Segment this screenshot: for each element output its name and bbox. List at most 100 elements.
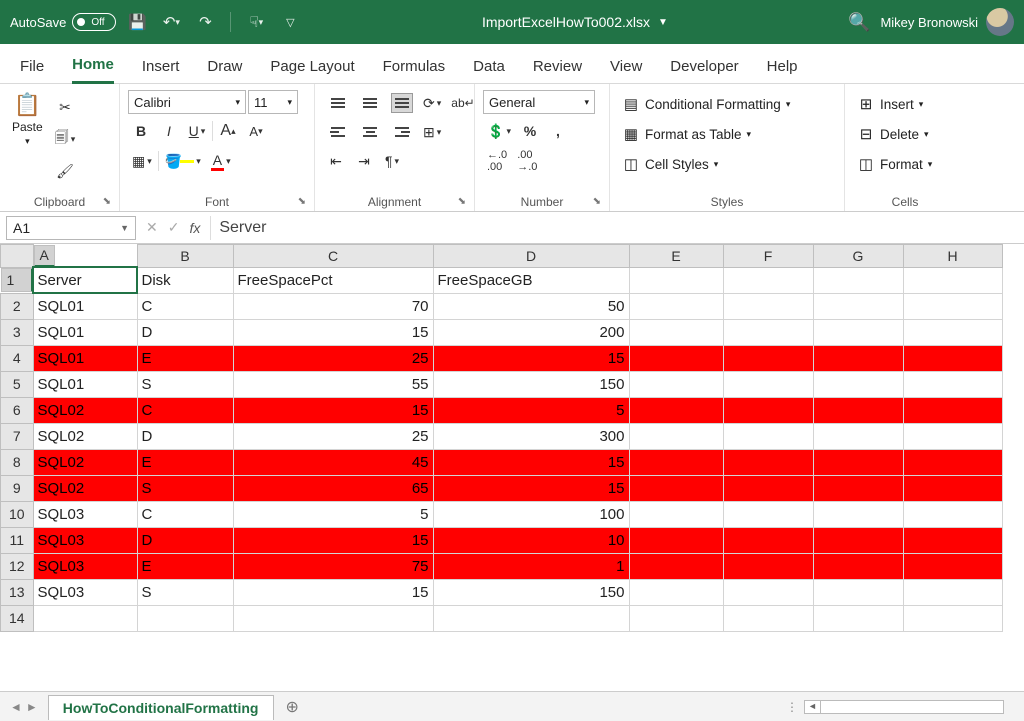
cell[interactable] — [903, 527, 1002, 553]
row-header[interactable]: 4 — [1, 345, 34, 371]
decrease-indent-button[interactable]: ⇤ — [323, 148, 349, 174]
cell[interactable]: 150 — [433, 579, 629, 605]
cell[interactable] — [723, 293, 813, 319]
cell[interactable]: SQL02 — [33, 423, 137, 449]
cell[interactable] — [813, 605, 903, 631]
cell[interactable] — [813, 475, 903, 501]
insert-cells-button[interactable]: ⊞Insert▾ — [853, 92, 936, 116]
cell[interactable] — [629, 423, 723, 449]
cell[interactable] — [723, 605, 813, 631]
copy-icon[interactable]: 🗐▾ — [51, 126, 80, 152]
cell[interactable]: SQL03 — [33, 553, 137, 579]
cell[interactable] — [723, 579, 813, 605]
cell[interactable] — [813, 423, 903, 449]
cell[interactable]: S — [137, 371, 233, 397]
cell[interactable]: D — [137, 527, 233, 553]
cell[interactable] — [629, 397, 723, 423]
cell[interactable] — [723, 501, 813, 527]
new-sheet-button[interactable]: ⊕ — [274, 697, 311, 717]
cell[interactable]: 300 — [433, 423, 629, 449]
cell[interactable]: 15 — [433, 475, 629, 501]
cell[interactable]: SQL02 — [33, 397, 137, 423]
cell[interactable] — [723, 553, 813, 579]
tab-developer[interactable]: Developer — [670, 58, 738, 83]
wrap-text-button[interactable]: ab↵ — [447, 90, 478, 116]
cell[interactable] — [813, 579, 903, 605]
column-header[interactable]: B — [137, 245, 233, 268]
cell[interactable] — [629, 449, 723, 475]
grow-font-button[interactable]: A▴ — [215, 118, 241, 144]
tab-file[interactable]: File — [20, 58, 44, 83]
increase-indent-button[interactable]: ⇥ — [351, 148, 377, 174]
search-icon[interactable]: 🔍 — [846, 9, 872, 35]
align-right-button[interactable] — [387, 119, 417, 145]
cell[interactable] — [903, 267, 1002, 293]
cell[interactable] — [813, 501, 903, 527]
cell[interactable] — [813, 397, 903, 423]
column-header[interactable]: G — [813, 245, 903, 268]
cell[interactable]: 15 — [233, 319, 433, 345]
row-header[interactable]: 6 — [1, 397, 34, 423]
row-header[interactable]: 2 — [1, 293, 34, 319]
cell-styles-button[interactable]: ◫Cell Styles▾ — [618, 152, 794, 176]
cell[interactable]: FreeSpacePct — [233, 267, 433, 293]
cell[interactable]: S — [137, 579, 233, 605]
accounting-format-button[interactable]: 💲▾ — [483, 118, 515, 144]
dialog-launcher-icon[interactable]: ⬊ — [458, 196, 466, 207]
cell[interactable] — [629, 293, 723, 319]
cell[interactable] — [903, 293, 1002, 319]
cell[interactable] — [723, 527, 813, 553]
cell[interactable] — [723, 423, 813, 449]
cell[interactable] — [813, 553, 903, 579]
cell[interactable]: 15 — [233, 579, 433, 605]
cell[interactable]: 10 — [433, 527, 629, 553]
cell[interactable]: 50 — [433, 293, 629, 319]
row-header[interactable]: 8 — [1, 449, 34, 475]
align-center-button[interactable] — [355, 119, 385, 145]
align-middle-button[interactable] — [355, 90, 385, 116]
cell[interactable]: SQL01 — [33, 293, 137, 319]
title-dropdown-icon[interactable]: ▼ — [658, 17, 668, 28]
tab-page-layout[interactable]: Page Layout — [270, 58, 354, 83]
cell[interactable] — [903, 605, 1002, 631]
cell[interactable] — [903, 579, 1002, 605]
conditional-formatting-button[interactable]: ▤Conditional Formatting▾ — [618, 92, 794, 116]
cell[interactable] — [813, 449, 903, 475]
align-left-button[interactable] — [323, 119, 353, 145]
qat-customize-icon[interactable]: ▽ — [277, 9, 303, 35]
insert-function-icon[interactable]: fx — [189, 220, 200, 236]
cell[interactable]: C — [137, 397, 233, 423]
row-header[interactable]: 10 — [1, 501, 34, 527]
tab-draw[interactable]: Draw — [207, 58, 242, 83]
cell[interactable] — [433, 605, 629, 631]
row-header[interactable]: 13 — [1, 579, 34, 605]
cell[interactable] — [903, 423, 1002, 449]
cell[interactable] — [813, 371, 903, 397]
row-header[interactable]: 5 — [1, 371, 34, 397]
cell[interactable]: 15 — [433, 345, 629, 371]
cell[interactable]: 15 — [433, 449, 629, 475]
tab-home[interactable]: Home — [72, 56, 114, 84]
autosave-toggle[interactable]: AutoSave Off — [10, 13, 116, 31]
cell[interactable] — [629, 345, 723, 371]
cell[interactable]: E — [137, 553, 233, 579]
column-header[interactable]: H — [903, 245, 1002, 268]
cell[interactable]: D — [137, 319, 233, 345]
cell[interactable] — [723, 371, 813, 397]
cell[interactable] — [629, 267, 723, 293]
cell[interactable] — [33, 605, 137, 631]
font-color-button[interactable]: A▾ — [207, 148, 235, 174]
font-name-select[interactable]: Calibri▾ — [128, 90, 246, 114]
comma-button[interactable]: , — [545, 118, 571, 144]
cell[interactable]: 1 — [433, 553, 629, 579]
cell[interactable]: FreeSpaceGB — [433, 267, 629, 293]
cell[interactable]: 200 — [433, 319, 629, 345]
dialog-launcher-icon[interactable]: ⬊ — [593, 196, 601, 207]
percent-button[interactable]: % — [517, 118, 543, 144]
tab-review[interactable]: Review — [533, 58, 582, 83]
touch-mode-icon[interactable]: ☟▾ — [243, 9, 269, 35]
merge-button[interactable]: ⊞▾ — [419, 119, 445, 145]
cell[interactable]: 55 — [233, 371, 433, 397]
format-cells-button[interactable]: ◫Format▾ — [853, 152, 936, 176]
decrease-decimal-button[interactable]: .00→.0 — [513, 148, 541, 174]
